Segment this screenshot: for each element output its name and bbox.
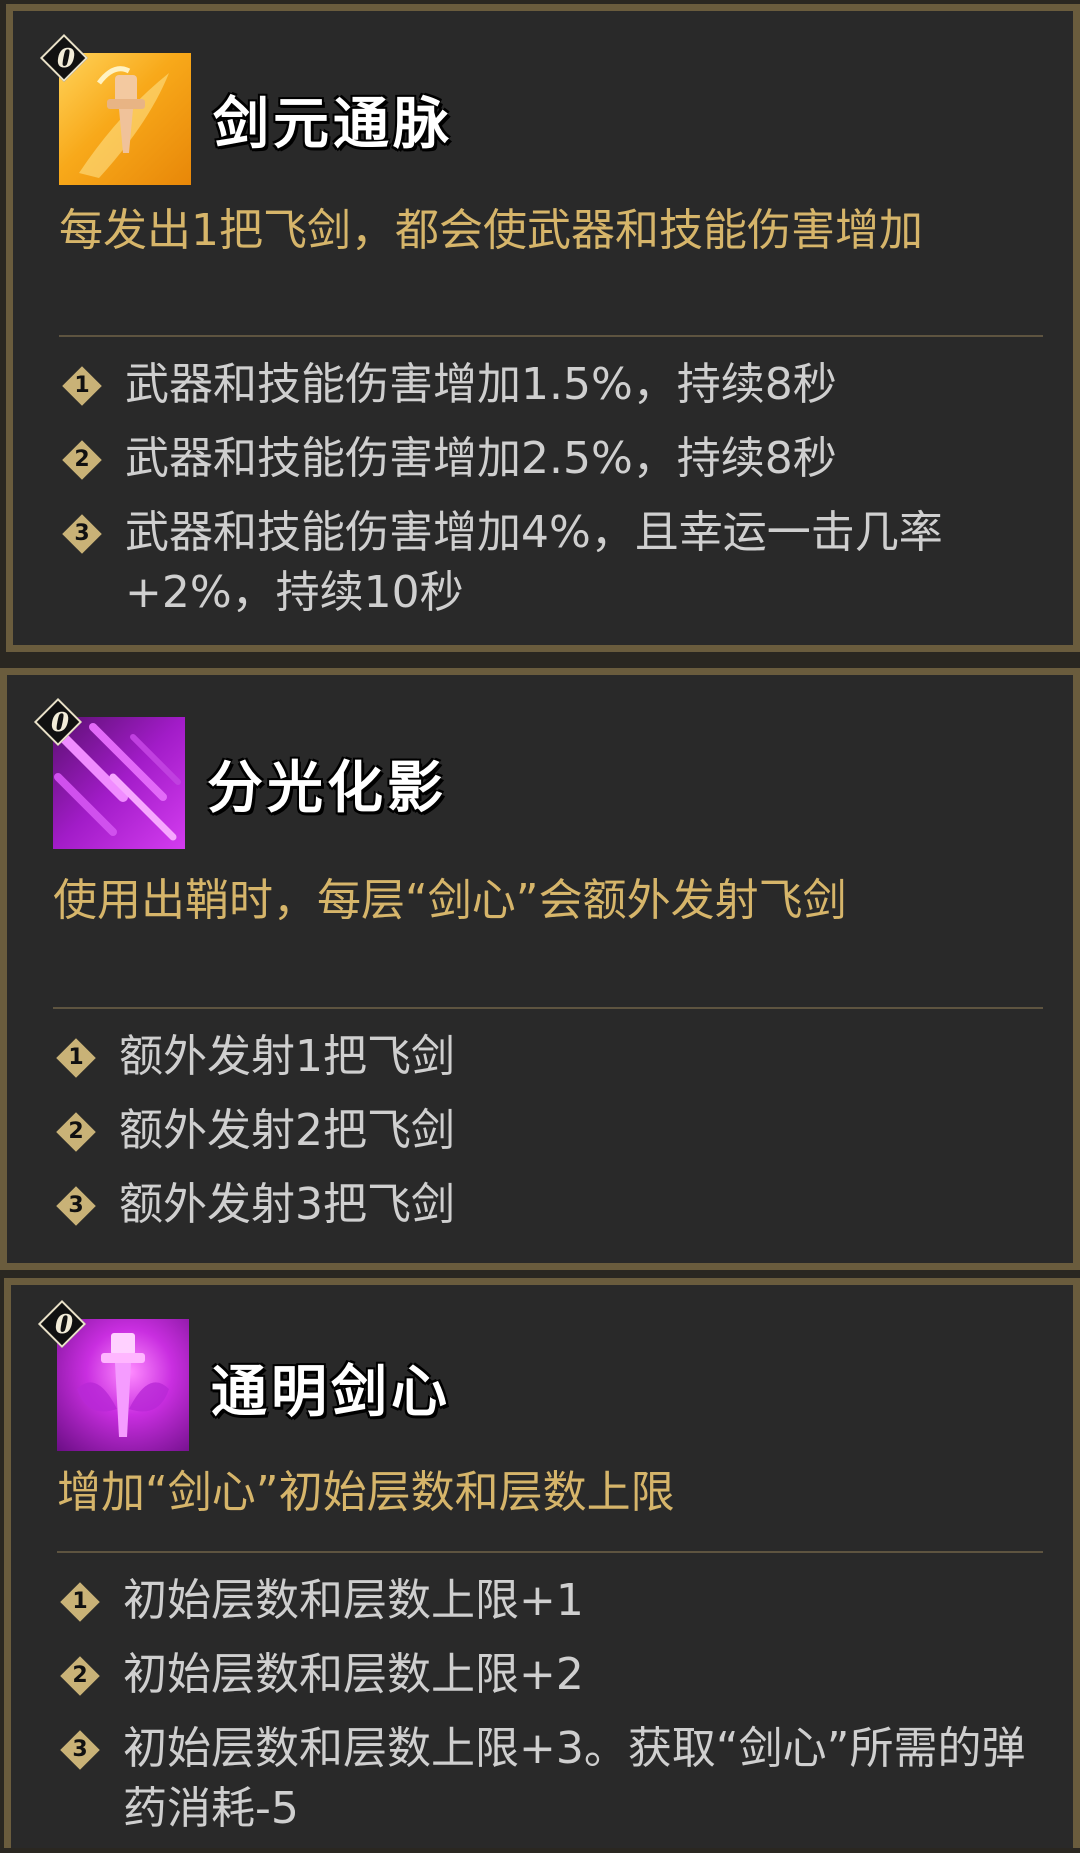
talent-icon-wrapper: 0 [39,33,191,185]
level-list: 1 初始层数和层数上限+1 2 初始层数和层数上限+2 3 初始层数和层数上限+… [57,1571,1037,1853]
level-text: 额外发射2把飞剑 [119,1105,455,1156]
talent-card[interactable]: 0 剑元通脉 每发出1把飞剑，都会使武器和技能伤害增加 1 武器和技能伤害增加1… [6,4,1080,652]
level-text: 额外发射1把飞剑 [119,1031,455,1082]
level-1-badge-icon: 1 [62,366,102,406]
level-3-badge-icon: 3 [62,514,102,554]
talent-description: 每发出1把飞剑，都会使武器和技能伤害增加 [59,205,923,256]
talent-description: 增加“剑心”初始层数和层数上限 [57,1467,675,1518]
level-1-badge-icon: 1 [60,1582,100,1622]
level-item: 1 初始层数和层数上限+1 [57,1571,1037,1631]
level-3-badge-icon: 3 [56,1186,96,1226]
tier-label: 0 [50,708,70,738]
level-item: 1 武器和技能伤害增加1.5%，持续8秒 [59,355,1039,415]
level-item: 1 额外发射1把飞剑 [53,1027,1033,1087]
talent-card[interactable]: 0 通明剑心 增加“剑心”初始层数和层数上限 1 初始层数和层数上限+1 2 初… [4,1278,1080,1848]
level-item: 3 武器和技能伤害增加4%，且幸运一击几率+2%，持续10秒 [59,503,1039,623]
tier-label: 0 [56,44,76,74]
level-text: 初始层数和层数上限+1 [123,1575,584,1626]
divider [57,1551,1043,1553]
level-text: 额外发射3把飞剑 [119,1179,455,1230]
level-2-badge-icon: 2 [62,440,102,480]
level-item: 3 初始层数和层数上限+3。获取“剑心”所需的弹药消耗-5 [57,1719,1037,1839]
divider [53,1007,1043,1009]
talent-title: 分光化影 [207,756,447,821]
level-3-badge-icon: 3 [60,1730,100,1770]
level-item: 2 武器和技能伤害增加2.5%，持续8秒 [59,429,1039,489]
level-2-badge-icon: 2 [56,1112,96,1152]
level-text: 武器和技能伤害增加4%，且幸运一击几率+2%，持续10秒 [125,507,943,618]
divider [59,335,1043,337]
tier-label: 0 [54,1310,74,1340]
talent-card[interactable]: 0 分光化影 使用出鞘时，每层“剑心”会额外发射飞剑 1 额外发射1把飞剑 2 … [0,668,1080,1270]
level-item: 2 额外发射2把飞剑 [53,1101,1033,1161]
talent-title: 通明剑心 [211,1360,451,1425]
level-item: 3 额外发射3把飞剑 [53,1175,1033,1235]
talent-title: 剑元通脉 [213,92,453,157]
level-text: 初始层数和层数上限+2 [123,1649,584,1700]
level-text: 初始层数和层数上限+3。获取“剑心”所需的弹药消耗-5 [123,1723,1026,1834]
talent-description: 使用出鞘时，每层“剑心”会额外发射飞剑 [53,875,847,926]
level-text: 武器和技能伤害增加2.5%，持续8秒 [125,433,837,484]
level-text: 武器和技能伤害增加1.5%，持续8秒 [125,359,837,410]
level-1-badge-icon: 1 [56,1038,96,1078]
talent-icon-wrapper: 0 [37,1299,189,1451]
talent-icon-wrapper: 0 [33,697,185,849]
level-list: 1 额外发射1把飞剑 2 额外发射2把飞剑 3 额外发射3把飞剑 [53,1027,1033,1249]
level-list: 1 武器和技能伤害增加1.5%，持续8秒 2 武器和技能伤害增加2.5%，持续8… [59,355,1039,637]
level-item: 2 初始层数和层数上限+2 [57,1645,1037,1705]
level-2-badge-icon: 2 [60,1656,100,1696]
